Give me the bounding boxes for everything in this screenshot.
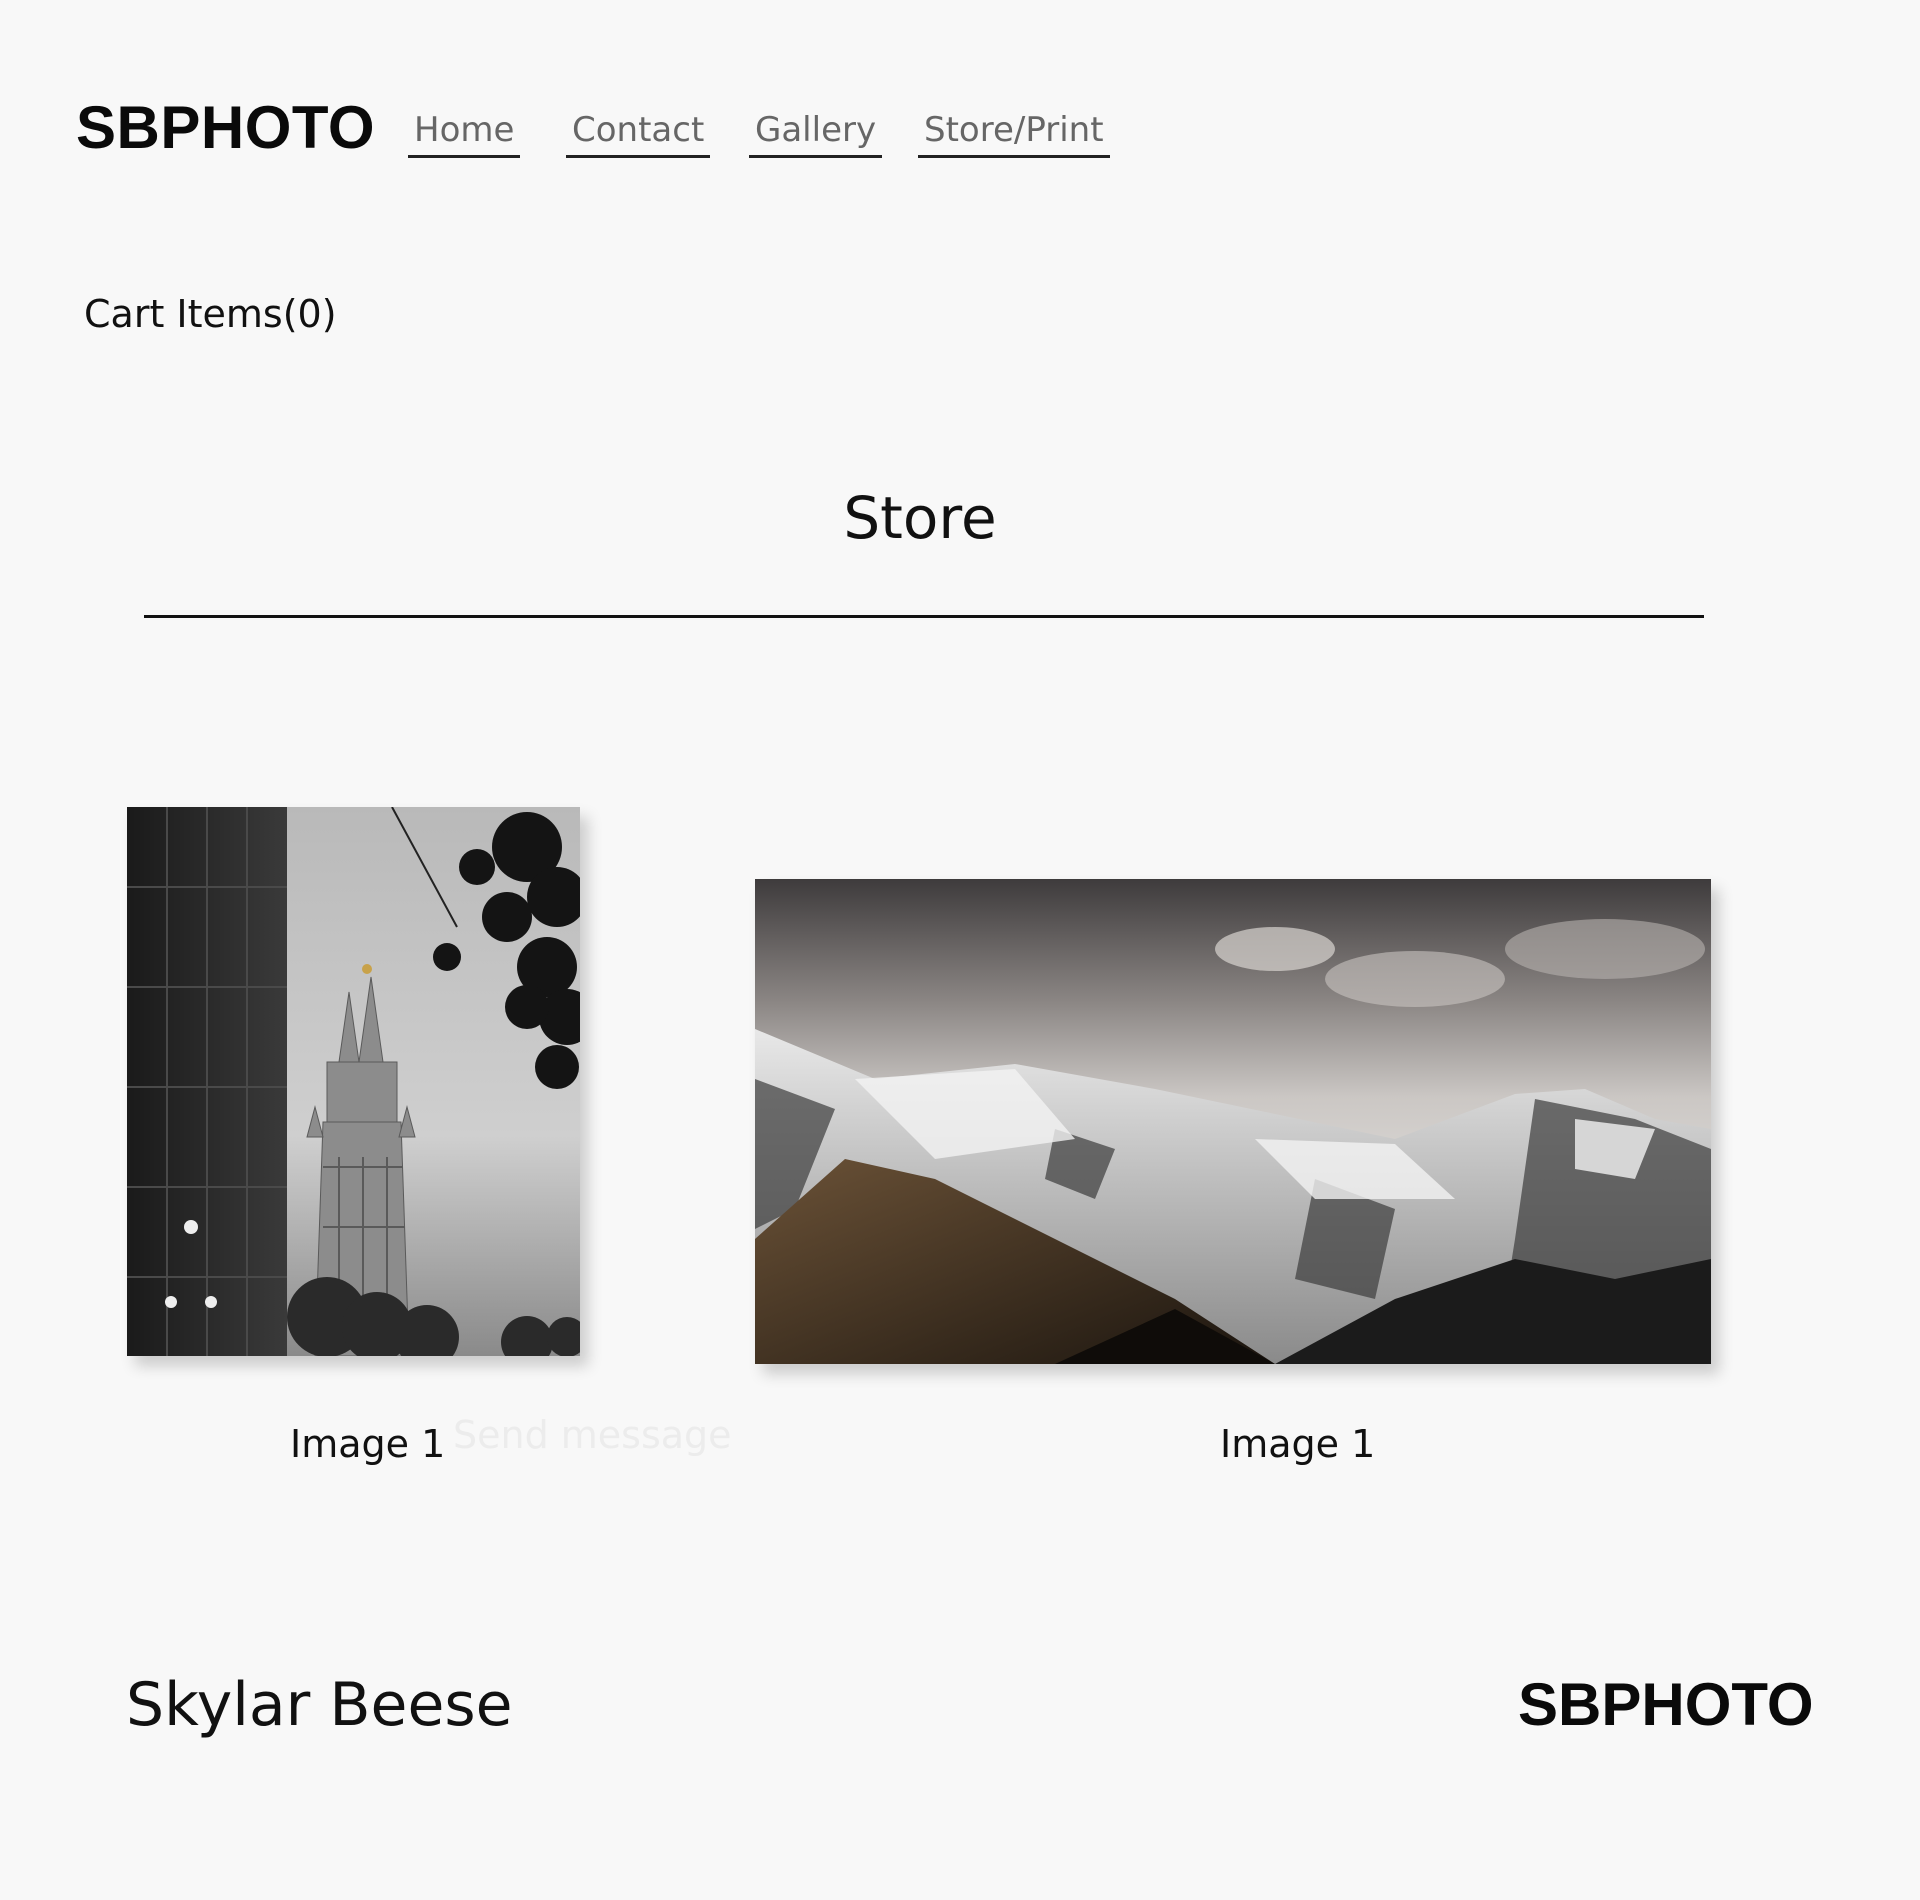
store-photo-mountain[interactable] [755,879,1711,1364]
nav-contact-link[interactable]: Contact [566,111,711,159]
store-photo-temple[interactable] [127,807,580,1356]
photo-1-caption: Image 1 [290,1422,446,1466]
temple-photo-image [127,807,580,1356]
nav-home-link[interactable]: Home [408,111,521,159]
photo-2-caption: Image 1 [1220,1422,1376,1466]
mountain-photo-image [755,879,1711,1364]
send-message-text: Send message [453,1413,732,1457]
title-divider [144,615,1704,618]
footer-author-name: Skylar Beese [126,1670,513,1740]
page-title: Store [843,484,997,552]
site-logo[interactable]: SBPHOTO [76,98,375,158]
nav-gallery-link[interactable]: Gallery [749,111,883,159]
cart-items-link[interactable]: Cart Items(0) [84,292,337,336]
footer-logo[interactable]: SBPHOTO [1518,1675,1814,1735]
nav-store-print-link[interactable]: Store/Print [918,111,1110,159]
page: SBPHOTO Home Contact Gallery Store/Print… [0,0,1920,1900]
